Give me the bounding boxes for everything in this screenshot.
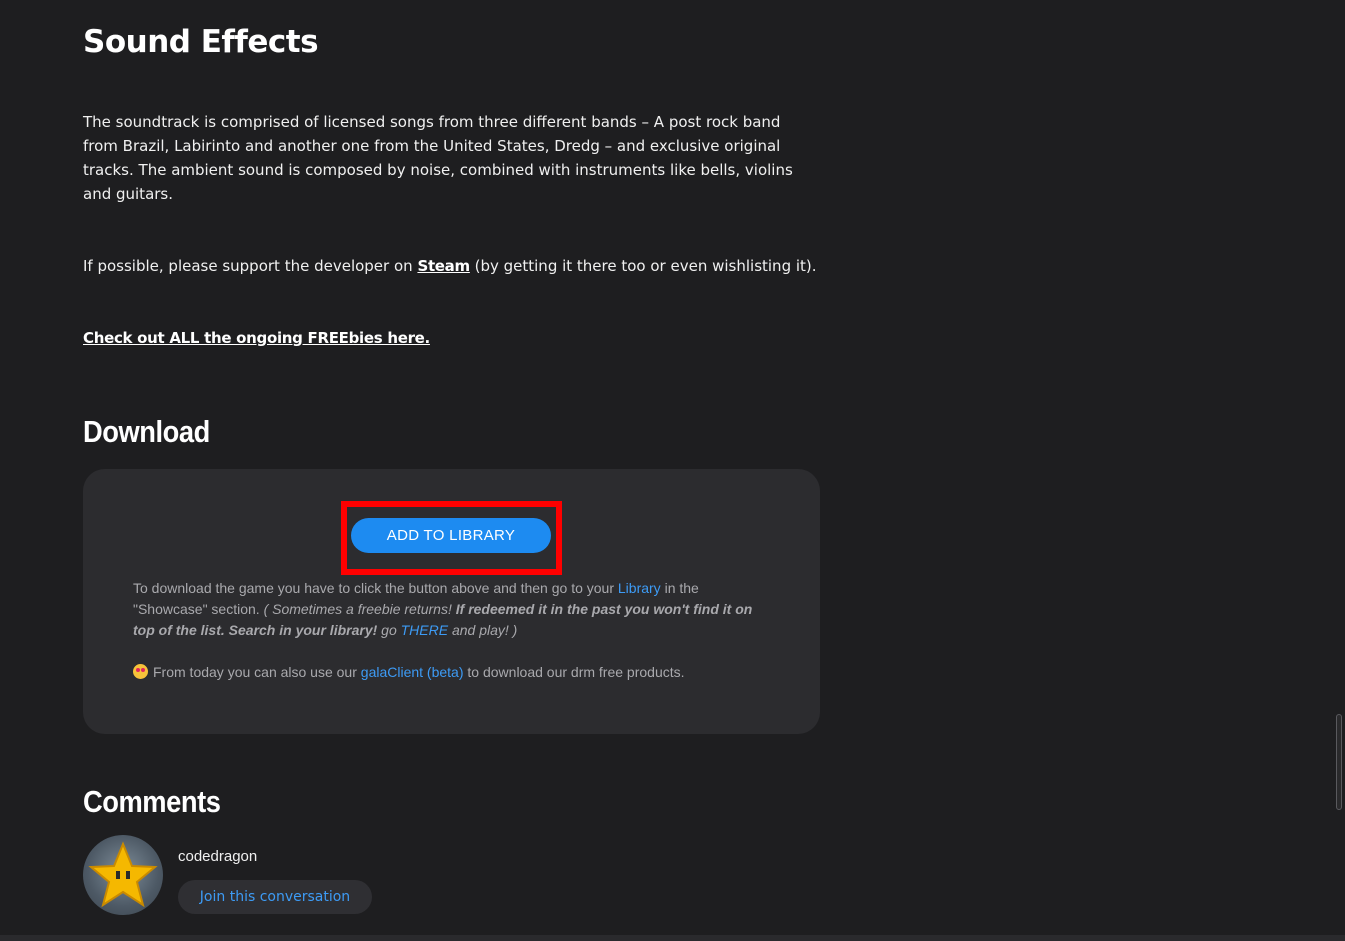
download-instructions: To download the game you have to click t…: [133, 578, 773, 641]
add-to-library-button[interactable]: ADD TO LIBRARY: [351, 518, 551, 553]
star-struck-emoji-icon: [133, 664, 148, 679]
instructions-italic-2: go: [377, 622, 401, 638]
library-link[interactable]: Library: [618, 580, 661, 596]
avatar[interactable]: [83, 835, 163, 915]
comments-heading: Comments: [83, 784, 221, 819]
comment-username: codedragon: [178, 848, 258, 865]
galaclient-link[interactable]: galaClient (beta): [361, 664, 464, 680]
client-note: From today you can also use our galaClie…: [133, 662, 773, 683]
freebies-link[interactable]: Check out ALL the ongoing FREEbies here.: [83, 329, 430, 347]
instructions-italic-1: ( Sometimes a freebie returns!: [263, 601, 456, 617]
client-prefix: From today you can also use our: [153, 664, 361, 680]
support-suffix: (by getting it there too or even wishlis…: [469, 257, 817, 275]
sound-effects-heading: Sound Effects: [83, 24, 319, 60]
scrollbar-thumb[interactable]: [1336, 714, 1342, 810]
there-link[interactable]: THERE: [401, 622, 448, 638]
support-prefix: If possible, please support the develope…: [83, 257, 418, 275]
soundtrack-paragraph: The soundtrack is comprised of licensed …: [83, 113, 793, 203]
steam-link[interactable]: Steam: [417, 257, 470, 275]
bottom-bar: [0, 935, 1345, 941]
freebies-paragraph: Check out ALL the ongoing FREEbies here.: [83, 326, 813, 350]
download-box: ADD TO LIBRARY To download the game you …: [83, 469, 820, 734]
instructions-italic-3: and play! ): [448, 622, 518, 638]
client-suffix: to download our drm free products.: [463, 664, 685, 680]
star-icon: [88, 841, 158, 908]
download-heading: Download: [83, 414, 210, 449]
join-conversation-button[interactable]: Join this conversation: [178, 880, 372, 914]
instructions-prefix: To download the game you have to click t…: [133, 580, 618, 596]
support-paragraph: If possible, please support the develope…: [83, 254, 817, 278]
